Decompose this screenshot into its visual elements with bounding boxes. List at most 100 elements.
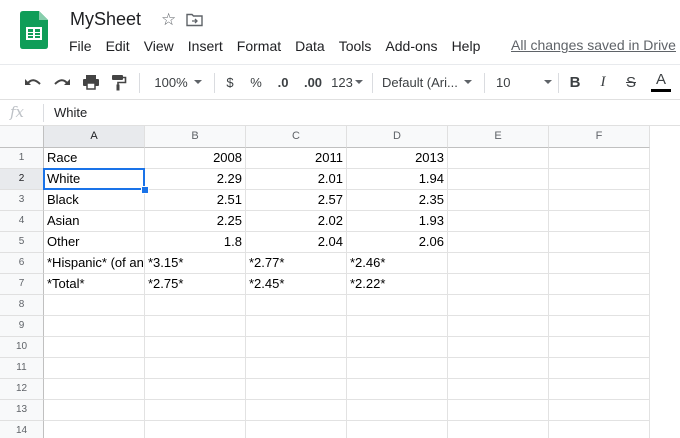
row-header[interactable]: 12	[0, 379, 44, 400]
bold-button[interactable]: B	[566, 65, 584, 99]
cell-B12[interactable]	[145, 379, 246, 400]
menu-tools[interactable]: Tools	[332, 36, 379, 56]
cell-F11[interactable]	[549, 358, 650, 379]
cell-D2[interactable]: 1.94	[347, 169, 448, 190]
row-header[interactable]: 4	[0, 211, 44, 232]
cell-A9[interactable]	[44, 316, 145, 337]
strikethrough-button[interactable]: S	[622, 65, 640, 99]
cell-C9[interactable]	[246, 316, 347, 337]
column-header[interactable]: A	[44, 126, 145, 148]
row-header[interactable]: 13	[0, 400, 44, 421]
cell-B1[interactable]: 2008	[145, 148, 246, 169]
cell-E8[interactable]	[448, 295, 549, 316]
cell-D7[interactable]: *2.22*	[347, 274, 448, 295]
select-all-corner[interactable]	[0, 126, 44, 148]
cell-C13[interactable]	[246, 400, 347, 421]
cell-F8[interactable]	[549, 295, 650, 316]
percent-format-button[interactable]: %	[248, 65, 264, 99]
cell-D6[interactable]: *2.46*	[347, 253, 448, 274]
move-to-folder-icon[interactable]	[186, 13, 203, 27]
cell-F14[interactable]	[549, 421, 650, 438]
increase-decimal-button[interactable]: .00	[300, 65, 326, 99]
cell-C12[interactable]	[246, 379, 347, 400]
cell-A6[interactable]: *Hispanic* (of any race)	[44, 253, 145, 274]
cell-F3[interactable]	[549, 190, 650, 211]
cell-A12[interactable]	[44, 379, 145, 400]
more-formats-button[interactable]: 123	[330, 65, 364, 99]
zoom-select[interactable]: 100%	[148, 65, 208, 99]
cell-D13[interactable]	[347, 400, 448, 421]
menu-file[interactable]: File	[62, 36, 99, 56]
menu-edit[interactable]: Edit	[99, 36, 137, 56]
cell-B13[interactable]	[145, 400, 246, 421]
cell-E10[interactable]	[448, 337, 549, 358]
cell-F9[interactable]	[549, 316, 650, 337]
row-header[interactable]: 5	[0, 232, 44, 253]
menu-help[interactable]: Help	[445, 36, 488, 56]
cell-C14[interactable]	[246, 421, 347, 438]
cell-C8[interactable]	[246, 295, 347, 316]
cell-E7[interactable]	[448, 274, 549, 295]
cell-A2[interactable]: White	[44, 169, 145, 190]
column-header[interactable]: C	[246, 126, 347, 148]
save-status-link[interactable]: All changes saved in Drive	[511, 37, 676, 53]
cell-B6[interactable]: *3.15*	[145, 253, 246, 274]
sheets-logo-icon[interactable]	[20, 11, 48, 49]
document-title[interactable]: MySheet	[70, 9, 141, 30]
cell-E5[interactable]	[448, 232, 549, 253]
cell-B10[interactable]	[145, 337, 246, 358]
row-header[interactable]: 8	[0, 295, 44, 316]
row-header[interactable]: 7	[0, 274, 44, 295]
cell-D9[interactable]	[347, 316, 448, 337]
cell-A14[interactable]	[44, 421, 145, 438]
cell-B8[interactable]	[145, 295, 246, 316]
cell-A4[interactable]: Asian	[44, 211, 145, 232]
cell-D1[interactable]: 2013	[347, 148, 448, 169]
cell-A13[interactable]	[44, 400, 145, 421]
cell-C1[interactable]: 2011	[246, 148, 347, 169]
menu-addons[interactable]: Add-ons	[378, 36, 444, 56]
row-header[interactable]: 6	[0, 253, 44, 274]
cell-D12[interactable]	[347, 379, 448, 400]
undo-icon[interactable]	[22, 65, 44, 99]
cell-A10[interactable]	[44, 337, 145, 358]
menu-data[interactable]: Data	[288, 36, 332, 56]
font-size-select[interactable]: 10	[496, 65, 552, 99]
cell-A3[interactable]: Black	[44, 190, 145, 211]
cell-A7[interactable]: *Total*	[44, 274, 145, 295]
formula-input[interactable]: White	[54, 105, 87, 120]
fill-handle[interactable]	[141, 186, 149, 194]
cell-E12[interactable]	[448, 379, 549, 400]
redo-icon[interactable]	[51, 65, 73, 99]
cell-F4[interactable]	[549, 211, 650, 232]
paint-format-icon[interactable]	[108, 65, 130, 99]
decrease-decimal-button[interactable]: .0	[272, 65, 294, 99]
cell-E13[interactable]	[448, 400, 549, 421]
cell-E3[interactable]	[448, 190, 549, 211]
cell-E9[interactable]	[448, 316, 549, 337]
font-family-select[interactable]: Default (Ari...	[382, 65, 476, 99]
cell-F6[interactable]	[549, 253, 650, 274]
star-icon[interactable]: ☆	[161, 10, 176, 30]
cell-B5[interactable]: 1.8	[145, 232, 246, 253]
cell-C10[interactable]	[246, 337, 347, 358]
cell-E4[interactable]	[448, 211, 549, 232]
text-color-button[interactable]: A	[650, 65, 672, 99]
cell-F10[interactable]	[549, 337, 650, 358]
cell-B7[interactable]: *2.75*	[145, 274, 246, 295]
cell-C6[interactable]: *2.77*	[246, 253, 347, 274]
cell-F5[interactable]	[549, 232, 650, 253]
cell-B2[interactable]: 2.29	[145, 169, 246, 190]
column-header[interactable]: D	[347, 126, 448, 148]
cell-D4[interactable]: 1.93	[347, 211, 448, 232]
italic-button[interactable]: I	[594, 65, 612, 99]
row-header[interactable]: 10	[0, 337, 44, 358]
cell-F1[interactable]	[549, 148, 650, 169]
cell-E6[interactable]	[448, 253, 549, 274]
currency-format-button[interactable]: $	[222, 65, 238, 99]
print-icon[interactable]	[80, 65, 102, 99]
menu-view[interactable]: View	[137, 36, 181, 56]
cell-D14[interactable]	[347, 421, 448, 438]
cell-D10[interactable]	[347, 337, 448, 358]
row-header[interactable]: 2	[0, 169, 44, 190]
